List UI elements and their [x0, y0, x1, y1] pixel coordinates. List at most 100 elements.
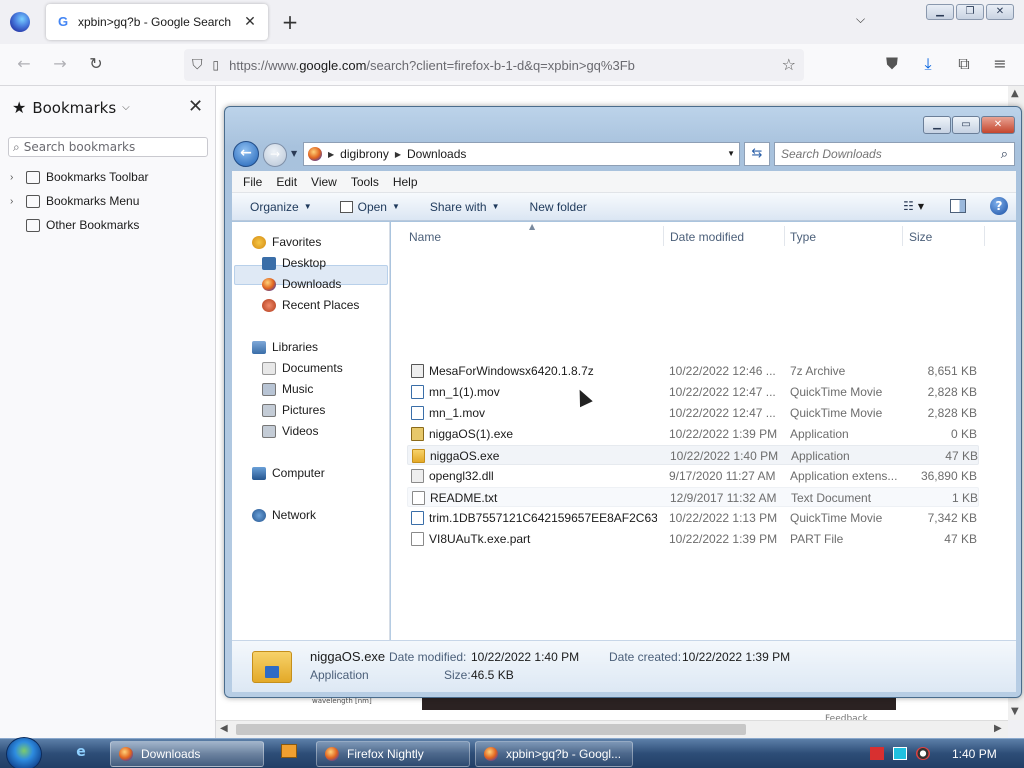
- nav-music[interactable]: Music: [262, 382, 313, 396]
- search-icon[interactable]: ⌕: [1001, 147, 1008, 162]
- media-player-icon[interactable]: [278, 744, 300, 764]
- nav-network[interactable]: Network: [252, 508, 316, 522]
- tab-close-icon[interactable]: ✕: [242, 14, 258, 30]
- file-row[interactable]: opengl32.dll 9/17/2020 11:27 AM Applicat…: [407, 466, 979, 486]
- new-folder-button[interactable]: New folder: [522, 200, 595, 214]
- preview-pane-icon[interactable]: [950, 199, 966, 213]
- sidebar-close-icon[interactable]: ✕: [188, 96, 203, 117]
- expand-arrow-icon[interactable]: ›: [10, 172, 20, 183]
- menu-file[interactable]: File: [236, 175, 269, 189]
- details-modified-value: 10/22/2022 1:40 PM: [471, 650, 580, 664]
- explorer-forward-button[interactable]: →: [263, 143, 287, 167]
- menu-tools[interactable]: Tools: [344, 175, 386, 189]
- nav-recent-places[interactable]: Recent Places: [262, 298, 359, 312]
- extensions-icon[interactable]: ⧉: [953, 54, 975, 74]
- close-window-button[interactable]: ✕: [986, 4, 1014, 20]
- menu-edit[interactable]: Edit: [269, 175, 304, 189]
- address-bar[interactable]: ▶ digibrony ▶ Downloads ▼: [303, 142, 740, 166]
- taskbar-item-firefox-nightly[interactable]: Firefox Nightly: [316, 741, 470, 767]
- file-row[interactable]: mn_1(1).mov 10/22/2022 12:47 ... QuickTi…: [407, 382, 979, 402]
- downloads-icon[interactable]: ⤓: [917, 54, 939, 74]
- start-button[interactable]: [6, 737, 42, 768]
- nav-pictures[interactable]: Pictures: [262, 403, 325, 417]
- horizontal-scroll-thumb[interactable]: [236, 724, 746, 735]
- breadcrumb-downloads[interactable]: Downloads: [407, 147, 466, 161]
- nav-desktop[interactable]: Desktop: [262, 256, 326, 270]
- breadcrumb-separator-icon[interactable]: ▶: [328, 150, 334, 159]
- bookmark-star-icon[interactable]: ☆: [782, 55, 796, 74]
- scroll-left-icon[interactable]: ◀: [220, 723, 228, 734]
- minimize-button[interactable]: ▁: [926, 4, 954, 20]
- taskbar-clock[interactable]: 1:40 PM: [952, 747, 997, 761]
- column-header-name[interactable]: Name: [409, 230, 441, 244]
- help-icon[interactable]: ?: [990, 197, 1008, 215]
- taskbar-item-google-search[interactable]: xpbin>gq?b - Googl...: [475, 741, 633, 767]
- column-header-date[interactable]: Date modified: [670, 230, 744, 244]
- share-with-button[interactable]: Share with ▼: [422, 200, 508, 214]
- nav-videos[interactable]: Videos: [262, 424, 318, 438]
- list-all-tabs-icon[interactable]: ⌵: [856, 12, 865, 27]
- address-dropdown-icon[interactable]: ▼: [727, 149, 735, 158]
- file-row[interactable]: trim.1DB7557121C642159657EE8AF2C63B... 1…: [407, 508, 979, 528]
- file-row[interactable]: README.txt 12/9/2017 11:32 AM Text Docum…: [407, 487, 979, 507]
- browser-tab-active[interactable]: G xpbin>gq?b - Google Search ✕: [46, 4, 268, 40]
- tray-flag-icon[interactable]: [870, 747, 884, 760]
- horizontal-scrollbar[interactable]: ◀ ▶: [216, 720, 1008, 738]
- breadcrumb-digibrony[interactable]: digibrony: [340, 147, 389, 161]
- restore-button[interactable]: ❐: [956, 4, 984, 20]
- chevron-down-icon[interactable]: ▼: [918, 202, 924, 211]
- explorer-minimize-button[interactable]: ▁: [923, 116, 951, 134]
- column-header-type[interactable]: Type: [790, 230, 816, 244]
- reload-icon[interactable]: ↻: [85, 54, 107, 73]
- recent-pages-dropdown-icon[interactable]: ▼: [291, 149, 297, 158]
- sidebar-item-other-bookmarks[interactable]: Other Bookmarks: [10, 218, 139, 232]
- menu-hamburger-icon[interactable]: ≡: [989, 54, 1011, 73]
- tray-volume-icon[interactable]: [916, 747, 930, 760]
- sidebar-item-bookmarks-menu[interactable]: › Bookmarks Menu: [10, 194, 139, 208]
- sidebar-header[interactable]: ★ Bookmarks ⌵: [12, 98, 130, 117]
- file-row[interactable]: niggaOS(1).exe 10/22/2022 1:39 PM Applic…: [407, 424, 979, 444]
- nav-computer[interactable]: Computer: [252, 466, 325, 480]
- forward-arrow-icon[interactable]: →: [49, 54, 71, 73]
- file-row[interactable]: MesaForWindowsx6420.1.8.7z 10/22/2022 12…: [407, 361, 979, 381]
- tracking-shield-icon[interactable]: ⛉: [192, 57, 203, 73]
- new-tab-button[interactable]: +: [280, 10, 300, 34]
- bookmarks-search-input[interactable]: ⌕ Search bookmarks: [8, 137, 208, 157]
- page-info-icon[interactable]: ▯: [213, 58, 220, 72]
- column-header-size[interactable]: Size: [909, 230, 932, 244]
- open-button[interactable]: Open ▼: [332, 200, 408, 214]
- taskbar-item-downloads[interactable]: Downloads: [110, 741, 264, 767]
- firefox-logo-icon[interactable]: [10, 12, 30, 32]
- tray-display-icon[interactable]: [893, 747, 907, 760]
- sidebar-item-label: Other Bookmarks: [46, 218, 140, 232]
- exe-file-icon: [411, 427, 424, 441]
- file-row[interactable]: mn_1.mov 10/22/2022 12:47 ... QuickTime …: [407, 403, 979, 423]
- scroll-right-icon[interactable]: ▶: [994, 723, 1002, 734]
- expand-arrow-icon[interactable]: ›: [10, 196, 20, 207]
- pocket-icon[interactable]: ⛊: [881, 54, 903, 74]
- menu-view[interactable]: View: [304, 175, 344, 189]
- file-row[interactable]: VI8UAuTk.exe.part 10/22/2022 1:39 PM PAR…: [407, 529, 979, 549]
- explorer-back-button[interactable]: ←: [233, 141, 259, 167]
- url-bar[interactable]: ⛉ ▯ https://www.google.com/search?client…: [184, 49, 804, 81]
- scroll-down-icon[interactable]: ▼: [1011, 706, 1019, 717]
- sidebar-item-bookmarks-toolbar[interactable]: › Bookmarks Toolbar: [10, 170, 149, 184]
- file-row-selected[interactable]: niggaOS.exe 10/22/2022 1:40 PM Applicati…: [407, 445, 979, 465]
- nav-libraries[interactable]: Libraries: [252, 340, 318, 354]
- search-downloads-input[interactable]: [781, 147, 981, 161]
- nav-documents[interactable]: Documents: [262, 361, 343, 375]
- explorer-maximize-button[interactable]: ▭: [952, 116, 980, 134]
- explorer-search-box[interactable]: ⌕: [774, 142, 1015, 166]
- back-arrow-icon[interactable]: ←: [13, 54, 35, 73]
- nav-downloads[interactable]: Downloads: [262, 277, 341, 291]
- nav-favorites[interactable]: Favorites: [252, 235, 321, 249]
- organize-button[interactable]: Organize ▼: [242, 200, 320, 214]
- internet-explorer-icon[interactable]: e: [70, 744, 92, 764]
- explorer-refresh-button[interactable]: ⇆: [744, 142, 770, 166]
- scroll-up-icon[interactable]: ▲: [1011, 88, 1019, 99]
- explorer-close-button[interactable]: ✕: [981, 116, 1015, 134]
- breadcrumb-separator-icon[interactable]: ▶: [395, 150, 401, 159]
- url-text[interactable]: https://www.google.com/search?client=fir…: [229, 58, 635, 73]
- change-view-icon[interactable]: ☷: [903, 199, 914, 213]
- menu-help[interactable]: Help: [386, 175, 425, 189]
